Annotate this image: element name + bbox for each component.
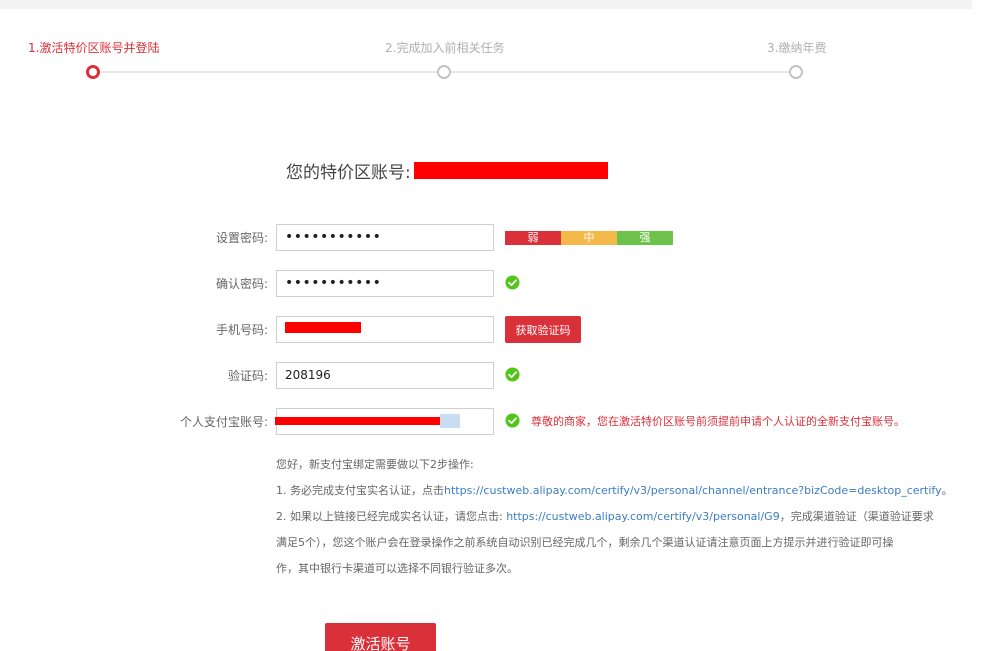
strength-weak: 弱	[505, 231, 561, 245]
step-3-label: 3.缴纳年费	[767, 41, 827, 55]
step-connector	[451, 71, 791, 73]
info-step-2-text: 2. 如果以上链接已经完成实名认证，请您点击:	[276, 510, 507, 523]
password-strength-meter: 弱 中 强	[505, 231, 673, 245]
alipay-label: 个人支付宝账号:	[179, 415, 268, 429]
step-2-dot	[437, 65, 451, 79]
strength-strong: 强	[617, 231, 673, 245]
code-label: 验证码:	[227, 369, 268, 383]
alipay-warning: 尊敬的商家，您在激活特价区账号前须提前申请个人认证的全新支付宝账号。	[531, 415, 905, 428]
activate-account-button[interactable]: 激活账号	[325, 623, 436, 651]
step-2-label: 2.完成加入前相关任务	[385, 41, 505, 55]
info-intro: 您好，新支付宝绑定需要做以下2步操作:	[276, 458, 474, 471]
check-circle-icon	[505, 367, 520, 382]
info-step-1-suffix: 。	[941, 484, 953, 497]
info-step-2-line-2: 满足5个），您这个账户会在登录操作之前系统自动识别已经完成几个，剩余几个渠道认证…	[276, 536, 894, 549]
account-label: 您的特价区账号:	[286, 163, 411, 183]
step-3-dot	[789, 65, 803, 79]
strength-medium: 中	[561, 231, 617, 245]
redacted-alipay	[275, 417, 460, 425]
check-circle-icon	[505, 413, 520, 428]
password-input[interactable]: •••••••••••	[276, 224, 494, 251]
phone-label: 手机号码:	[215, 323, 268, 337]
info-step-2: 2. 如果以上链接已经完成实名认证，请您点击: https://custweb.…	[276, 504, 934, 530]
redacted-phone	[285, 322, 361, 333]
account-heading: 您的特价区账号:	[286, 158, 411, 183]
password-label: 设置密码:	[215, 231, 268, 245]
step-1-label: 1.激活特价区账号并登陆	[28, 41, 160, 55]
info-step-1: 1. 务必完成支付宝实名认证，点击https://custweb.alipay.…	[276, 478, 953, 504]
channel-verify-link[interactable]: https://custweb.alipay.com/certify/v3/pe…	[506, 510, 780, 523]
top-strip	[0, 0, 972, 9]
step-connector	[99, 71, 439, 73]
check-circle-icon	[505, 275, 520, 290]
code-input[interactable]: 208196	[276, 362, 494, 389]
certify-link[interactable]: https://custweb.alipay.com/certify/v3/pe…	[444, 484, 942, 497]
redacted-account	[414, 162, 608, 179]
confirm-password-input[interactable]: •••••••••••	[276, 270, 494, 297]
info-step-2-line-3: 作，其中银行卡渠道可以选择不同银行验证多次。	[276, 562, 518, 575]
get-code-button[interactable]: 获取验证码	[505, 316, 581, 343]
text-selection-highlight	[440, 414, 460, 428]
activation-page: 1.激活特价区账号并登陆 2.完成加入前相关任务 3.缴纳年费 您的特价区账号:…	[0, 0, 988, 651]
step-1-dot	[86, 65, 100, 79]
confirm-password-label: 确认密码:	[215, 277, 268, 291]
info-step-2-suffix: ，完成渠道验证（渠道验证要求	[779, 510, 934, 523]
info-step-1-text: 1. 务必完成支付宝实名认证，点击	[276, 484, 444, 497]
